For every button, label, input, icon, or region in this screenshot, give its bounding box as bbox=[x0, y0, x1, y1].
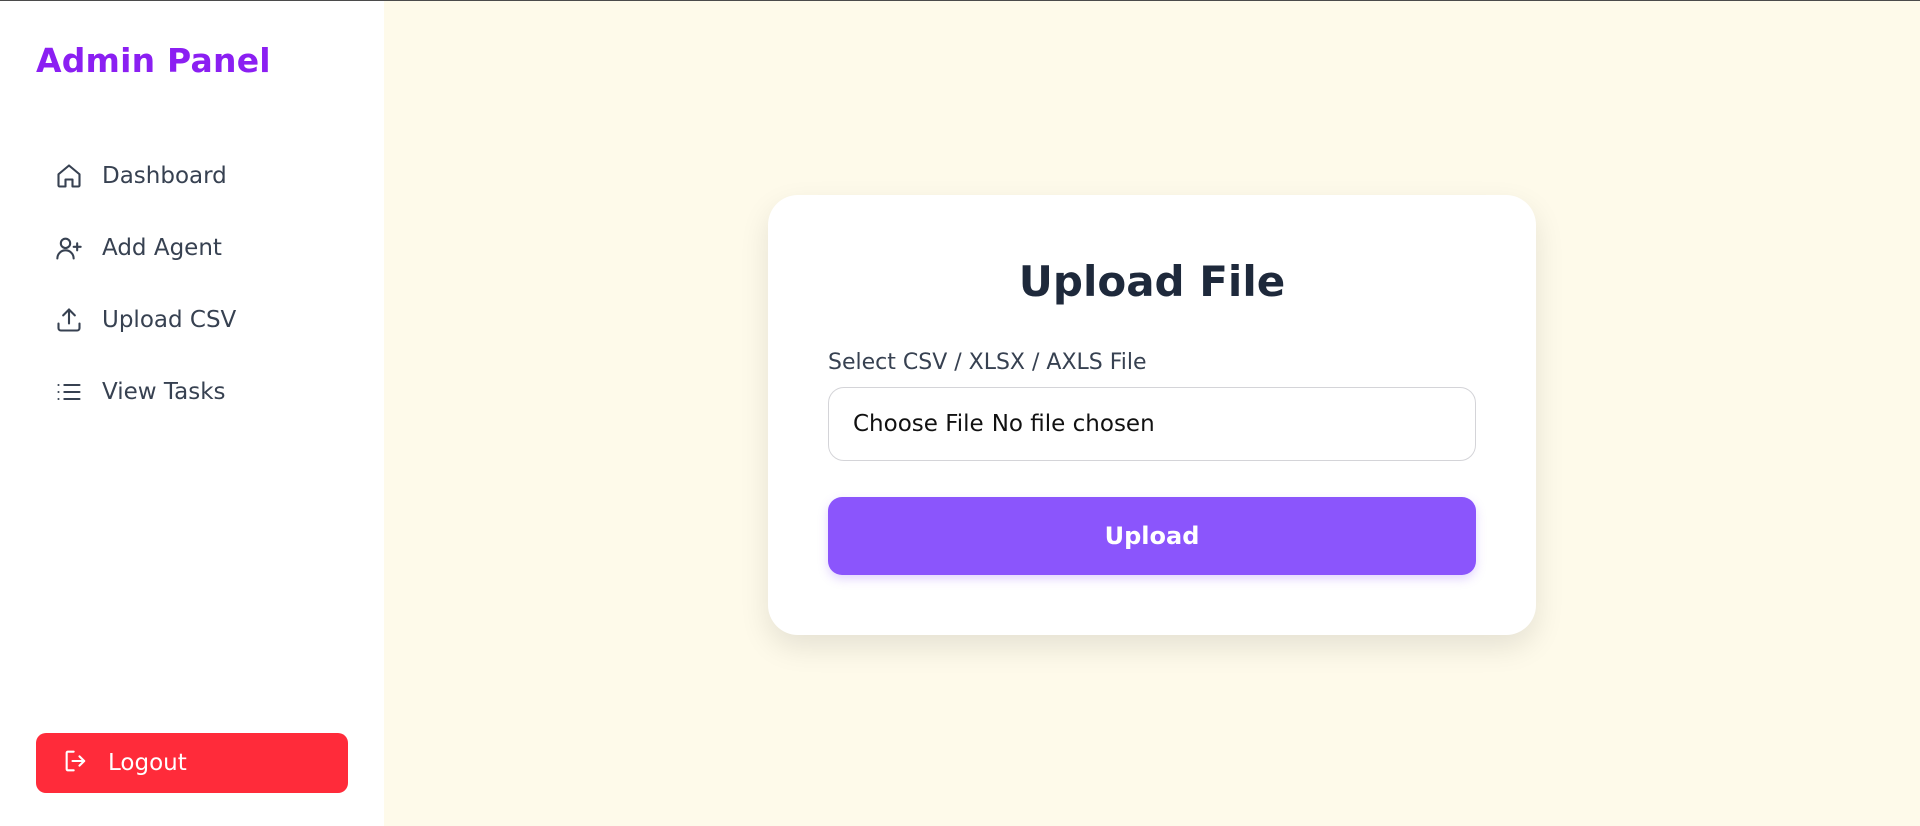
logout-label: Logout bbox=[108, 750, 187, 776]
sidebar-item-upload-csv[interactable]: Upload CSV bbox=[54, 300, 236, 340]
logout-icon bbox=[62, 747, 90, 779]
sidebar-item-dashboard[interactable]: Dashboard bbox=[54, 156, 236, 196]
user-plus-icon bbox=[54, 233, 84, 263]
file-status-text: No file chosen bbox=[991, 411, 1155, 437]
sidebar-nav: Dashboard Add Agent Upload CSV View Task… bbox=[54, 156, 236, 444]
sidebar-item-view-tasks[interactable]: View Tasks bbox=[54, 372, 236, 412]
upload-button[interactable]: Upload bbox=[828, 497, 1476, 575]
sidebar: Admin Panel Dashboard Add Agent Upload C… bbox=[0, 1, 384, 826]
upload-icon bbox=[54, 305, 84, 335]
sidebar-item-label: Upload CSV bbox=[102, 307, 237, 333]
sidebar-item-label: Dashboard bbox=[102, 163, 227, 189]
file-field-label: Select CSV / XLSX / AXLS File bbox=[828, 350, 1147, 375]
choose-file-button[interactable]: Choose File bbox=[853, 411, 984, 437]
list-icon bbox=[54, 377, 84, 407]
upload-card: Upload File Select CSV / XLSX / AXLS Fil… bbox=[768, 195, 1536, 635]
sidebar-item-add-agent[interactable]: Add Agent bbox=[54, 228, 236, 268]
sidebar-item-label: Add Agent bbox=[102, 235, 222, 261]
logout-button[interactable]: Logout bbox=[36, 733, 348, 793]
brand-title: Admin Panel bbox=[36, 41, 271, 80]
file-input[interactable]: Choose File No file chosen bbox=[828, 387, 1476, 461]
page-title: Upload File bbox=[1018, 257, 1286, 306]
sidebar-item-label: View Tasks bbox=[102, 379, 226, 405]
home-icon bbox=[54, 161, 84, 191]
